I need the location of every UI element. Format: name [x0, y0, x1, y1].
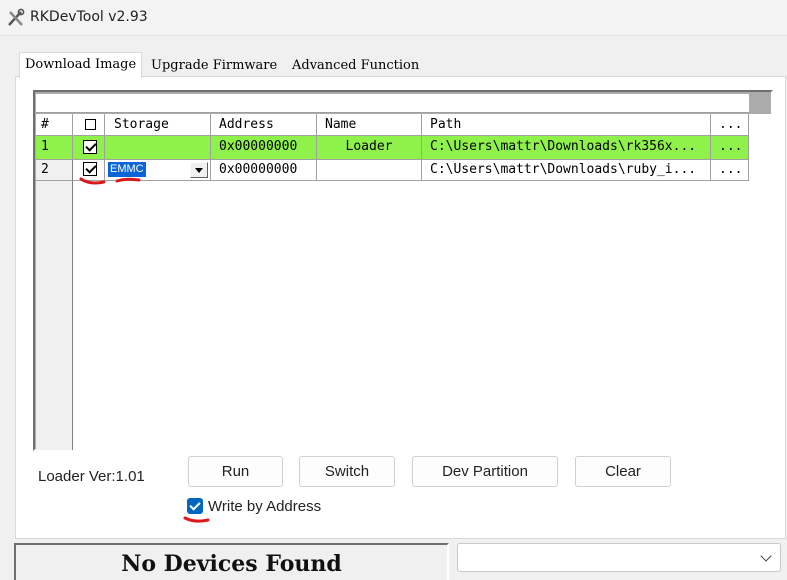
annotation-mark [115, 177, 141, 183]
table-row-storage[interactable] [105, 136, 211, 160]
table-row-name[interactable]: Loader [317, 136, 422, 160]
table-row-path[interactable]: C:\Users\mattr\Downloads\rk356x... [422, 136, 711, 160]
select-all-checkbox[interactable] [85, 119, 96, 130]
row-checkbox[interactable] [83, 140, 97, 154]
table-row-address[interactable]: 0x00000000 [211, 136, 317, 160]
device-select[interactable] [457, 543, 781, 572]
loader-version-label: Loader Ver:1.01 [38, 468, 145, 485]
window-title: RKDevTool v2.93 [30, 9, 148, 25]
table-row-index: 2 [36, 160, 73, 181]
chevron-down-icon[interactable] [190, 162, 208, 178]
column-header-name[interactable]: Name [317, 114, 422, 136]
column-header-browse: ... [711, 114, 749, 136]
device-status-text: No Devices Found [121, 551, 342, 577]
clear-button[interactable]: Clear [575, 456, 671, 487]
browse-button[interactable]: ... [711, 160, 749, 181]
column-header-storage[interactable]: Storage [105, 114, 211, 136]
write-by-address-label[interactable]: Write by Address [208, 498, 321, 515]
write-by-address-checkbox[interactable] [187, 498, 203, 514]
annotation-mark [183, 516, 210, 523]
title-bar: RKDevTool v2.93 [0, 0, 787, 36]
dev-partition-button[interactable]: Dev Partition [412, 456, 558, 487]
table-row-index: 1 [36, 136, 73, 160]
table-row-path[interactable]: C:\Users\mattr\Downloads\ruby_i... [422, 160, 711, 181]
annotation-mark [79, 177, 106, 185]
tab-download-image[interactable]: Download Image [19, 52, 143, 78]
switch-button[interactable]: Switch [299, 456, 395, 487]
tools-icon [8, 8, 25, 26]
run-button[interactable]: Run [188, 456, 283, 487]
table-row-address[interactable]: 0x00000000 [211, 160, 317, 181]
device-status-panel: No Devices Found [14, 543, 449, 580]
column-header-path[interactable]: Path [422, 114, 711, 136]
grid-top-strip [36, 94, 749, 113]
grid-index-column [36, 181, 73, 450]
column-header-index: # [36, 114, 73, 136]
column-header-address[interactable]: Address [211, 114, 317, 136]
table-row-name[interactable] [317, 160, 422, 181]
chevron-down-icon[interactable] [760, 550, 772, 562]
browse-button[interactable]: ... [711, 136, 749, 160]
